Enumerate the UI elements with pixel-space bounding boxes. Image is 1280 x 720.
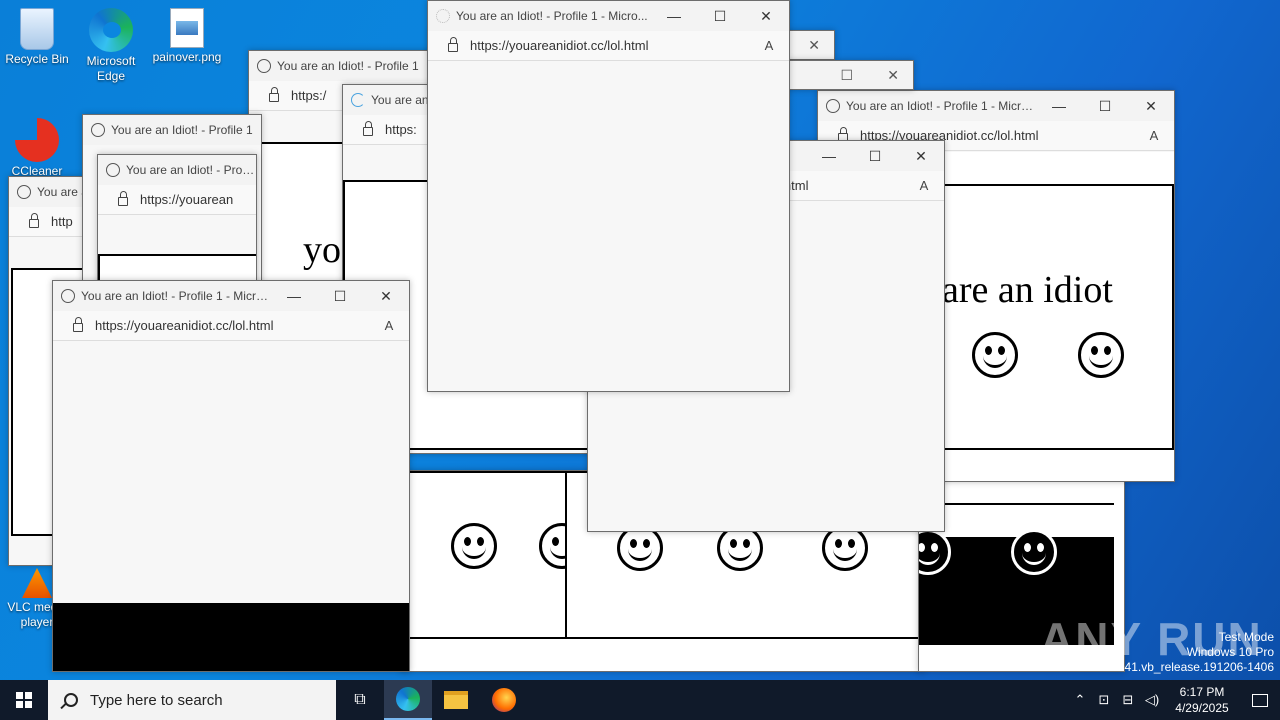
edge-icon xyxy=(396,687,420,711)
minimize-button[interactable]: — xyxy=(271,288,317,304)
desktop-icon-edge[interactable]: Microsoft Edge xyxy=(76,8,146,84)
close-icon[interactable]: ✕ xyxy=(808,37,820,54)
network-shield-icon[interactable]: ⊡ xyxy=(1092,692,1116,708)
lock-icon xyxy=(448,37,458,52)
start-button[interactable] xyxy=(0,680,48,720)
smiley-icon xyxy=(17,185,31,199)
notification-button[interactable] xyxy=(1240,680,1280,720)
title-bar[interactable]: You are an Idiot! - Profile 1 xyxy=(83,115,261,145)
desktop-icon-label: Microsoft Edge xyxy=(86,54,136,83)
title-bar[interactable]: You are an Idiot! - Profile 1 - Micro...… xyxy=(818,91,1174,121)
read-aloud-icon[interactable]: A xyxy=(1134,128,1174,143)
page-frame xyxy=(401,471,585,639)
address-bar[interactable]: https://youareanidiot.cc/lol.htmlA xyxy=(53,311,409,341)
smiley-icon xyxy=(451,523,497,569)
lock-icon xyxy=(363,121,373,136)
taskbar-firefox[interactable] xyxy=(480,680,528,720)
desktop-icon-ccleaner[interactable]: CCleaner xyxy=(2,118,72,179)
desktop-icon-label: painover.png xyxy=(152,50,222,64)
lock-icon xyxy=(269,87,279,102)
desktop-icon-label: Recycle Bin xyxy=(5,52,69,66)
loading-spinner-icon xyxy=(351,93,365,107)
close-icon[interactable]: ✕ xyxy=(887,67,899,84)
search-icon xyxy=(64,693,78,707)
minimize-button[interactable]: — xyxy=(806,148,852,164)
lock-icon xyxy=(73,317,83,332)
read-aloud-icon[interactable]: A xyxy=(749,38,789,53)
address-bar[interactable]: https://youarean xyxy=(98,185,256,215)
read-aloud-icon[interactable]: A xyxy=(369,318,409,333)
lock-icon xyxy=(29,213,39,228)
clock[interactable]: 6:17 PM 4/29/2025 xyxy=(1164,684,1240,716)
test-mode-watermark: Test Mode Windows 10 Pro Build 19041.vb_… xyxy=(1074,630,1275,674)
maximize-button[interactable]: ☐ xyxy=(317,288,363,305)
title-bar[interactable]: You are an Idiot! - Profile 1 - Micro...… xyxy=(53,281,409,311)
desktop-icon-painover[interactable]: painover.png xyxy=(152,8,222,65)
maximize-button[interactable]: ☐ xyxy=(852,148,898,165)
smiley-icon xyxy=(61,289,75,303)
address-bar[interactable]: https://youareanidiot.cc/lol.htmlA xyxy=(428,31,789,61)
notification-icon xyxy=(1252,693,1268,707)
close-button[interactable]: ✕ xyxy=(1128,98,1174,115)
title-bar[interactable]: You are an Idiot! - Profile 1 - Micro...… xyxy=(428,1,789,31)
maximize-button[interactable]: ☐ xyxy=(697,8,743,25)
edge-icon xyxy=(89,8,133,52)
chevron-up-icon[interactable]: ⌃ xyxy=(1068,692,1092,708)
firefox-icon xyxy=(492,688,516,712)
image-file-icon xyxy=(170,8,204,48)
page-text: yo xyxy=(303,229,341,271)
smiley-icon xyxy=(106,163,120,177)
lock-icon xyxy=(118,191,128,206)
title-bar[interactable]: You are an Idiot! - Profile 1 xyxy=(98,155,256,185)
page-content xyxy=(428,62,789,391)
black-region xyxy=(53,603,409,671)
recycle-bin-icon xyxy=(20,8,54,50)
page-text: are an idiot xyxy=(942,269,1113,311)
network-icon[interactable]: ⊟ xyxy=(1116,692,1140,708)
smiley-icon xyxy=(919,529,951,575)
idiot-window[interactable]: You are an Idiot! - Profile 1 - Micro...… xyxy=(427,0,790,392)
maximize-icon[interactable]: ☐ xyxy=(840,67,853,84)
folder-icon xyxy=(444,691,468,709)
taskbar-edge[interactable] xyxy=(384,680,432,720)
minimize-button[interactable]: — xyxy=(651,8,697,24)
taskbar-file-explorer[interactable] xyxy=(432,680,480,720)
smiley-icon xyxy=(257,59,271,73)
maximize-button[interactable]: ☐ xyxy=(1082,98,1128,115)
smiley-icon xyxy=(972,332,1018,378)
task-view-icon: ⧉ xyxy=(354,691,366,708)
taskbar: Type here to search ⧉ ⌃ ⊡ ⊟ ◁) 6:17 PM 4… xyxy=(0,680,1280,720)
task-view-button[interactable]: ⧉ xyxy=(336,680,384,720)
system-tray: ⌃ ⊡ ⊟ ◁) 6:17 PM 4/29/2025 xyxy=(1068,680,1280,720)
smiley-icon xyxy=(1078,332,1124,378)
minimize-button[interactable]: — xyxy=(1036,98,1082,114)
desktop-icon-recycle-bin[interactable]: Recycle Bin xyxy=(2,8,72,67)
smiley-icon xyxy=(91,123,105,137)
smiley-icon xyxy=(826,99,840,113)
close-button[interactable]: ✕ xyxy=(743,8,789,25)
volume-icon[interactable]: ◁) xyxy=(1140,692,1164,708)
vlc-icon xyxy=(22,568,52,598)
smiley-icon xyxy=(1011,529,1057,575)
close-button[interactable]: ✕ xyxy=(898,148,944,165)
page-content xyxy=(53,342,409,671)
close-button[interactable]: ✕ xyxy=(363,288,409,305)
idiot-window-front[interactable]: You are an Idiot! - Profile 1 - Micro...… xyxy=(52,280,410,672)
taskbar-search[interactable]: Type here to search xyxy=(48,680,336,720)
loading-spinner-icon xyxy=(436,9,450,23)
read-aloud-icon[interactable]: A xyxy=(904,178,944,193)
ccleaner-icon xyxy=(15,118,59,162)
